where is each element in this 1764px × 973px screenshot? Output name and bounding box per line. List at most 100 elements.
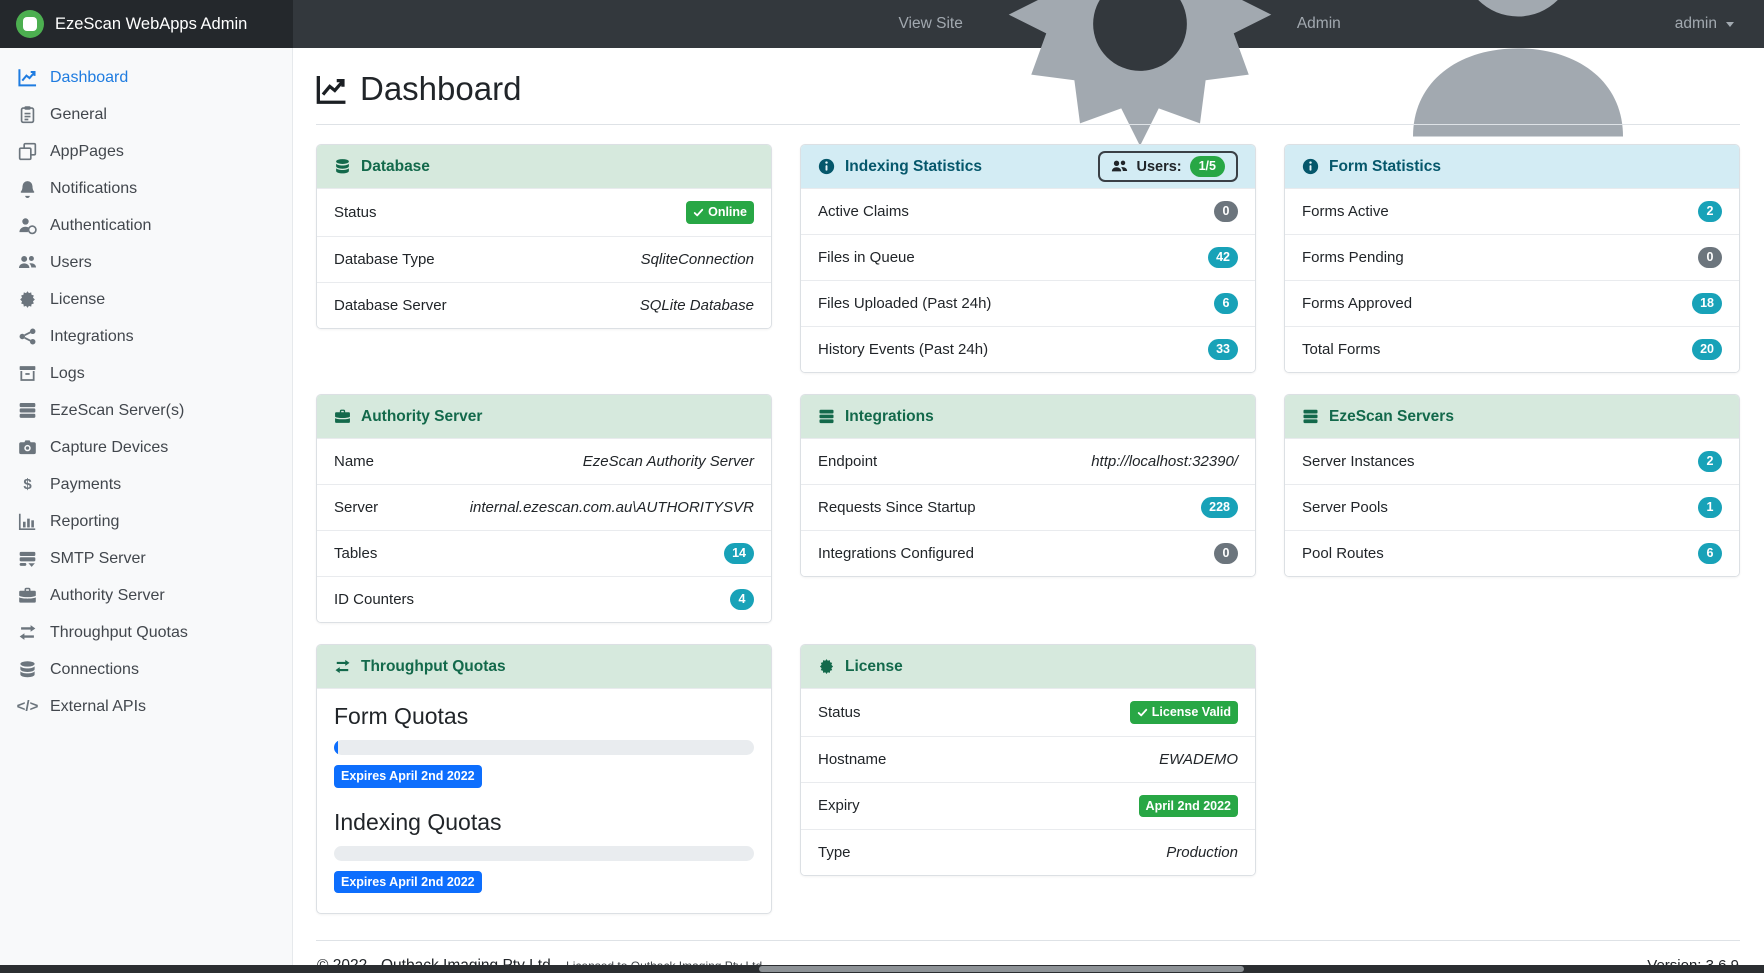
quota-progress-bar xyxy=(334,846,754,861)
row-label: Server xyxy=(334,497,378,518)
quotas-body: Form QuotasExpires April 2nd 2022Indexin… xyxy=(317,688,771,913)
sidebar-item-label: External APIs xyxy=(50,696,146,717)
card-header: License xyxy=(801,645,1255,688)
row-label: Status xyxy=(818,702,861,723)
sidebar-item-authentication[interactable]: Authentication xyxy=(0,207,292,244)
sidebar-item-logs[interactable]: Logs xyxy=(0,355,292,392)
sidebar-item-authority-server[interactable]: Authority Server xyxy=(0,577,292,614)
info-icon xyxy=(818,158,835,175)
card-header: Database xyxy=(317,145,771,188)
card-header: Authority Server xyxy=(317,395,771,438)
row-label: Pool Routes xyxy=(1302,543,1384,564)
sidebar-item-license[interactable]: License xyxy=(0,281,292,318)
caret-down-icon xyxy=(1726,22,1734,27)
count-badge: 0 xyxy=(1214,543,1238,564)
sidebar-item-integrations[interactable]: Integrations xyxy=(0,318,292,355)
check-icon xyxy=(693,207,704,218)
card-row: Hostname EWADEMO xyxy=(801,736,1255,782)
page-title-label: Dashboard xyxy=(360,70,521,108)
card-license: LicenseStatusLicense ValidHostnameEWADEM… xyxy=(800,644,1256,876)
row-label: Server Instances xyxy=(1302,451,1415,472)
briefcase-icon xyxy=(18,586,37,605)
row-value: internal.ezescan.com.au\AUTHORITYSVR xyxy=(470,497,754,518)
sidebar-item-label: Authentication xyxy=(50,215,151,236)
license-icon xyxy=(818,658,835,675)
card-row: History Events (Past 24h)33 xyxy=(801,326,1255,372)
row-value: EWADEMO xyxy=(1159,749,1238,770)
main-content: Dashboard DatabaseStatusOnlineDatabase T… xyxy=(293,48,1764,973)
sidebar-item-payments[interactable]: $Payments xyxy=(0,466,292,503)
swap-icon xyxy=(18,623,37,642)
sidebar-item-reporting[interactable]: Reporting xyxy=(0,503,292,540)
sidebar-item-capture-devices[interactable]: Capture Devices xyxy=(0,429,292,466)
nav-link-view-site[interactable]: View Site xyxy=(899,15,963,33)
card-title: Authority Server xyxy=(361,408,482,426)
row-label: Files in Queue xyxy=(818,247,915,268)
sidebar-item-label: EzeScan Server(s) xyxy=(50,400,184,421)
card-header: Indexing Statistics Users: 1/5 xyxy=(801,145,1255,188)
row-label: Status xyxy=(334,202,377,223)
card-row: Requests Since Startup228 xyxy=(801,484,1255,530)
card-row: ExpiryApril 2nd 2022 xyxy=(801,782,1255,830)
card-row: Forms Pending0 xyxy=(1285,234,1739,280)
card-throughput-quotas: Throughput QuotasForm QuotasExpires Apri… xyxy=(316,644,772,914)
users-button-label: Users: xyxy=(1136,159,1181,175)
card-database: DatabaseStatusOnlineDatabase TypeSqliteC… xyxy=(316,144,772,329)
expiry-badge: Expires April 2nd 2022 xyxy=(334,765,482,788)
status-badge-label: Online xyxy=(708,206,747,219)
app-brand[interactable]: EzeScan WebApps Admin xyxy=(0,0,293,48)
sidebar-item-label: AppPages xyxy=(50,141,124,162)
sidebar-item-label: Capture Devices xyxy=(50,437,168,458)
smtp-icon xyxy=(18,549,37,568)
row-label: Active Claims xyxy=(818,201,909,222)
card-title: Indexing Statistics xyxy=(845,158,982,176)
card-form-statistics: Form StatisticsForms Active2Forms Pendin… xyxy=(1284,144,1740,373)
sidebar-item-users[interactable]: Users xyxy=(0,244,292,281)
row-label: Endpoint xyxy=(818,451,877,472)
card-row: Server internal.ezescan.com.au\AUTHORITYS… xyxy=(317,484,771,530)
users-count-badge: 1/5 xyxy=(1190,156,1225,177)
sidebar-item-connections[interactable]: Connections xyxy=(0,651,292,688)
users-button[interactable]: Users: 1/5 xyxy=(1098,151,1238,182)
sidebar-item-smtp-server[interactable]: SMTP Server xyxy=(0,540,292,577)
quota-form-quotas: Form Quotas Expires April 2nd 2022 xyxy=(334,703,754,788)
sidebar-item-label: Notifications xyxy=(50,178,137,199)
count-badge: 18 xyxy=(1692,293,1722,314)
card-row: Status Online xyxy=(317,188,771,236)
sidebar-item-external-apis[interactable]: </>External APIs xyxy=(0,688,292,725)
bar-chart-icon xyxy=(18,512,37,531)
sidebar-item-throughput-quotas[interactable]: Throughput Quotas xyxy=(0,614,292,651)
card-row: NameEzeScan Authority Server xyxy=(317,438,771,484)
clipboard-icon xyxy=(18,105,37,124)
sidebar-item-apppages[interactable]: AppPages xyxy=(0,133,292,170)
database-icon xyxy=(334,158,351,175)
quota-progress-fill xyxy=(334,740,338,755)
server-icon xyxy=(818,408,835,425)
sidebar-item-general[interactable]: General xyxy=(0,96,292,133)
card-row: Pool Routes6 xyxy=(1285,530,1739,576)
card-row: Server Instances2 xyxy=(1285,438,1739,484)
horizontal-scrollbar[interactable] xyxy=(0,965,1764,973)
count-badge: 228 xyxy=(1201,497,1238,518)
card-title: Database xyxy=(361,158,430,176)
card-title: License xyxy=(845,658,903,676)
scrollbar-thumb[interactable] xyxy=(759,966,1244,972)
quota-title: Form Quotas xyxy=(334,703,754,730)
graph-icon xyxy=(18,68,37,87)
sidebar-item-notifications[interactable]: Notifications xyxy=(0,170,292,207)
sidebar-item-label: Connections xyxy=(50,659,139,680)
nav-link-label: Admin xyxy=(1297,15,1341,33)
card-row: Integrations Configured0 xyxy=(801,530,1255,576)
card-indexing-statistics: Indexing Statistics Users: 1/5 Active Claim… xyxy=(800,144,1256,373)
sidebar-item-ezescan-server-s[interactable]: EzeScan Server(s) xyxy=(0,392,292,429)
row-label: Server Pools xyxy=(1302,497,1388,518)
card-row: Files Uploaded (Past 24h)6 xyxy=(801,280,1255,326)
person-badge-icon xyxy=(18,216,37,235)
sidebar-item-dashboard[interactable]: Dashboard xyxy=(0,59,292,96)
sidebar-item-label: License xyxy=(50,289,105,310)
row-label: Hostname xyxy=(818,749,886,770)
card-header: EzeScan Servers xyxy=(1285,395,1739,438)
card-row: Server Pools1 xyxy=(1285,484,1739,530)
pages-icon xyxy=(18,142,37,161)
expiry-badge: Expires April 2nd 2022 xyxy=(334,871,482,894)
